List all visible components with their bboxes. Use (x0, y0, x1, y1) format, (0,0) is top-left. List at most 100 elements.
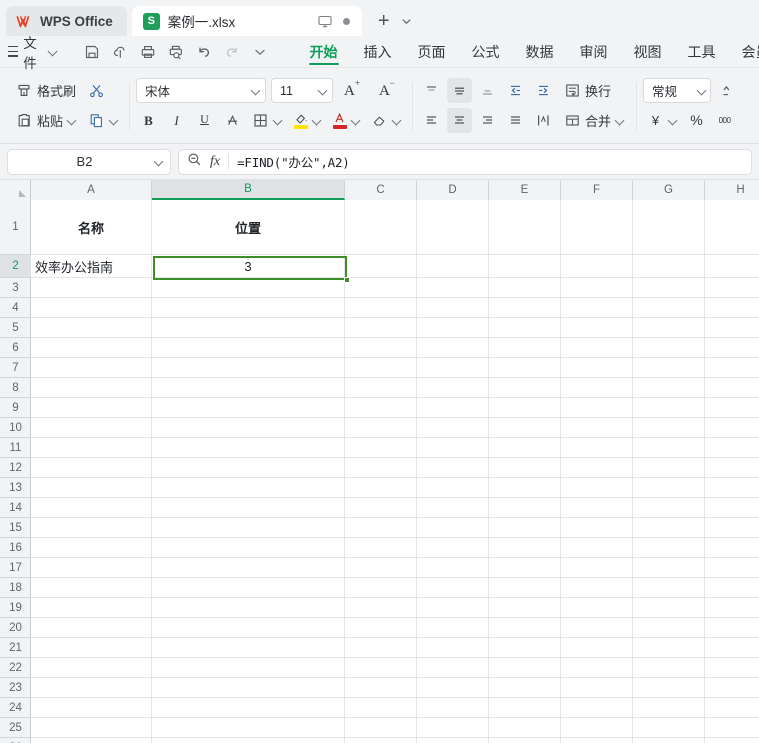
font-family-chevron-down-icon[interactable] (251, 86, 260, 95)
cell-G6[interactable] (633, 338, 705, 357)
cell-A22[interactable] (31, 658, 152, 677)
cell-F5[interactable] (561, 318, 633, 337)
cell-D10[interactable] (417, 418, 489, 437)
cell-A11[interactable] (31, 438, 152, 457)
clear-format-button[interactable] (367, 108, 405, 133)
align-bottom-button[interactable] (475, 78, 500, 103)
cell-F1[interactable] (561, 200, 633, 254)
cell-A12[interactable] (31, 458, 152, 477)
row-header-18[interactable]: 18 (0, 578, 31, 598)
fx-icon[interactable]: fx (210, 154, 220, 170)
cell-D2[interactable] (417, 255, 489, 277)
cell-H7[interactable] (705, 358, 759, 377)
cell-F8[interactable] (561, 378, 633, 397)
cell-E8[interactable] (489, 378, 561, 397)
cell-B22[interactable] (152, 658, 345, 677)
column-header-g[interactable]: G (633, 180, 705, 200)
cell-E16[interactable] (489, 538, 561, 557)
ribbon-tab-member[interactable]: 会员专享 (729, 36, 759, 67)
row-header-21[interactable]: 21 (0, 638, 31, 658)
row-header-8[interactable]: 8 (0, 378, 31, 398)
cell-A26[interactable] (31, 738, 152, 743)
column-header-a[interactable]: A (31, 180, 152, 200)
cell-H21[interactable] (705, 638, 759, 657)
cell-F17[interactable] (561, 558, 633, 577)
cell-F20[interactable] (561, 618, 633, 637)
cell-C2[interactable] (345, 255, 417, 277)
column-header-h[interactable]: H (705, 180, 759, 200)
cell-E5[interactable] (489, 318, 561, 337)
cell-D17[interactable] (417, 558, 489, 577)
cell-G17[interactable] (633, 558, 705, 577)
cell-E24[interactable] (489, 698, 561, 717)
cell-H6[interactable] (705, 338, 759, 357)
cell-E4[interactable] (489, 298, 561, 317)
bold-button[interactable]: B (136, 108, 161, 133)
row-header-14[interactable]: 14 (0, 498, 31, 518)
cell-B15[interactable] (152, 518, 345, 537)
cell-A10[interactable] (31, 418, 152, 437)
cell-C14[interactable] (345, 498, 417, 517)
row-header-7[interactable]: 7 (0, 358, 31, 378)
cell-B2[interactable]: 3 (152, 255, 345, 277)
cell-D1[interactable] (417, 200, 489, 254)
cell-C24[interactable] (345, 698, 417, 717)
decrease-indent-button[interactable] (503, 78, 528, 103)
cell-C4[interactable] (345, 298, 417, 317)
row-header-23[interactable]: 23 (0, 678, 31, 698)
cell-G3[interactable] (633, 278, 705, 297)
cell-B6[interactable] (152, 338, 345, 357)
cell-F12[interactable] (561, 458, 633, 477)
spreadsheet-grid[interactable]: ABCDEFGH 1 2 3 4 5 6 7 8 9 10 11 12 13 14 15 16 17 18 19 20… (0, 180, 759, 743)
cell-G25[interactable] (633, 718, 705, 737)
cell-F13[interactable] (561, 478, 633, 497)
cell-B19[interactable] (152, 598, 345, 617)
cell-E13[interactable] (489, 478, 561, 497)
fill-handle[interactable] (344, 277, 350, 283)
decrease-font-size-button[interactable]: A− (371, 78, 403, 103)
cell-D14[interactable] (417, 498, 489, 517)
formula-input[interactable]: =FIND("办公",A2) (237, 152, 743, 171)
cell-F2[interactable] (561, 255, 633, 277)
row-header-17[interactable]: 17 (0, 558, 31, 578)
row-header-12[interactable]: 12 (0, 458, 31, 478)
cell-H17[interactable] (705, 558, 759, 577)
currency-chevron-down-icon[interactable] (668, 116, 677, 125)
cut-button[interactable] (84, 78, 109, 103)
italic-button[interactable]: I (164, 108, 189, 133)
cell-F19[interactable] (561, 598, 633, 617)
cell-D4[interactable] (417, 298, 489, 317)
zoom-out-icon[interactable] (187, 152, 202, 172)
number-format-select[interactable]: 常规 (643, 78, 712, 103)
cell-B9[interactable] (152, 398, 345, 417)
cell-B4[interactable] (152, 298, 345, 317)
cell-H11[interactable] (705, 438, 759, 457)
borders-chevron-down-icon[interactable] (273, 116, 282, 125)
ribbon-tab-insert[interactable]: 插入 (351, 36, 405, 67)
cell-G20[interactable] (633, 618, 705, 637)
cell-C13[interactable] (345, 478, 417, 497)
cell-B16[interactable] (152, 538, 345, 557)
font-size-select[interactable]: 11 (271, 78, 334, 103)
cell-A16[interactable] (31, 538, 152, 557)
ribbon-tab-page[interactable]: 页面 (405, 36, 459, 67)
cell-G15[interactable] (633, 518, 705, 537)
increase-font-size-button[interactable]: A+ (336, 78, 368, 103)
fill-color-button[interactable] (289, 108, 325, 133)
align-center-button[interactable] (447, 108, 473, 133)
cell-H16[interactable] (705, 538, 759, 557)
cell-D13[interactable] (417, 478, 489, 497)
cell-D26[interactable] (417, 738, 489, 743)
cell-D6[interactable] (417, 338, 489, 357)
cell-H14[interactable] (705, 498, 759, 517)
row-header-11[interactable]: 11 (0, 438, 31, 458)
cell-B12[interactable] (152, 458, 345, 477)
cell-G19[interactable] (633, 598, 705, 617)
cell-G24[interactable] (633, 698, 705, 717)
cell-G18[interactable] (633, 578, 705, 597)
row-header-13[interactable]: 13 (0, 478, 31, 498)
row-header-3[interactable]: 3 (0, 278, 31, 298)
cell-H9[interactable] (705, 398, 759, 417)
row-header-22[interactable]: 22 (0, 658, 31, 678)
cell-G22[interactable] (633, 658, 705, 677)
